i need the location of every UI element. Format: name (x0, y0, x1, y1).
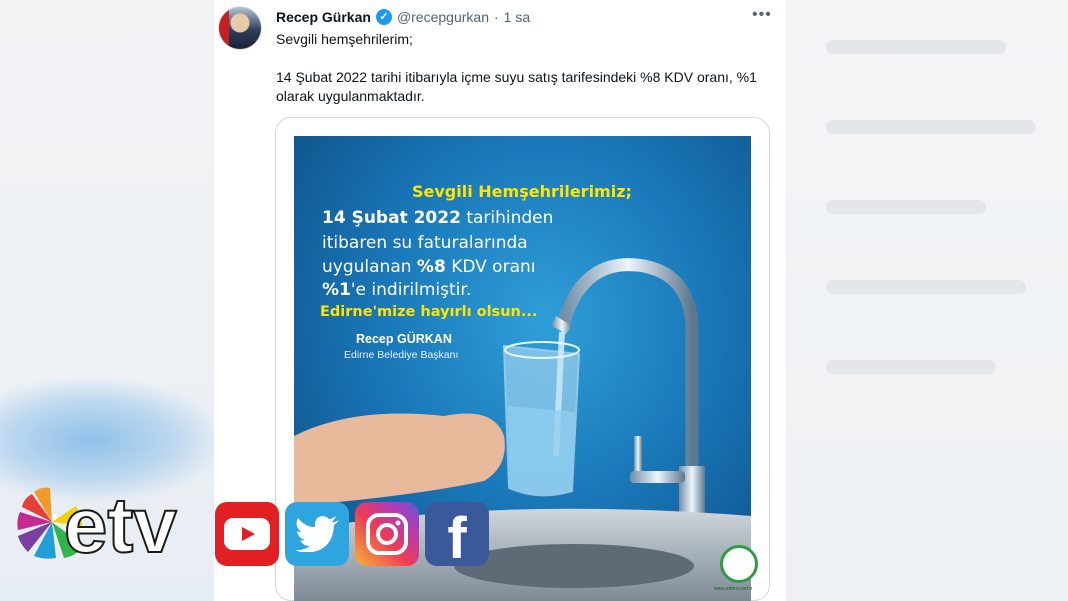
tweet-header: Recep Gürkan ✓ @recepgurkan · 1 sa (276, 7, 530, 27)
poster-wish: Edirne'mize hayırlı olsun... (320, 304, 538, 320)
youtube-icon[interactable] (215, 502, 279, 566)
poster-line-1: 14 Şubat 2022 tarihinden (322, 208, 554, 228)
poster-line-3: uygulanan %8 KDV oranı (322, 257, 536, 277)
author-name[interactable]: Recep Gürkan (276, 9, 371, 25)
tweet-text-line2: 14 Şubat 2022 tarihi itibarıyla içme suy… (276, 69, 757, 104)
instagram-icon[interactable] (355, 502, 419, 566)
edirne-municipality-logo (720, 545, 758, 583)
author-handle[interactable]: @recepgurkan (397, 9, 489, 25)
more-options-icon[interactable]: ••• (752, 6, 772, 24)
poster-footer-url: www.edirne.bel.tr (714, 586, 753, 592)
tweet-text-line1: Sevgili hemşehrilerim; (276, 31, 413, 47)
blurred-background-right (786, 0, 1068, 601)
tweet-text: Sevgili hemşehrilerim; 14 Şubat 2022 tar… (276, 30, 776, 125)
poster-line-2: itibaren su faturalarında (322, 233, 528, 253)
poster-signer: Recep GÜRKAN (356, 332, 452, 346)
separator-dot: · (493, 9, 499, 25)
etv-brand-text: etv (64, 481, 177, 569)
avatar[interactable] (218, 6, 262, 50)
poster-greeting: Sevgili Hemşehrilerimiz; (412, 182, 632, 201)
etv-logo: etv (17, 480, 178, 570)
facebook-icon[interactable]: f (425, 502, 489, 571)
tweet-timestamp[interactable]: 1 sa (504, 9, 530, 25)
twitter-icon[interactable] (285, 502, 349, 566)
poster-signer-title: Edirne Belediye Başkanı (344, 349, 459, 361)
verified-badge-icon: ✓ (375, 9, 392, 25)
poster-line-4: %1'e indirilmiştir. (322, 280, 472, 300)
